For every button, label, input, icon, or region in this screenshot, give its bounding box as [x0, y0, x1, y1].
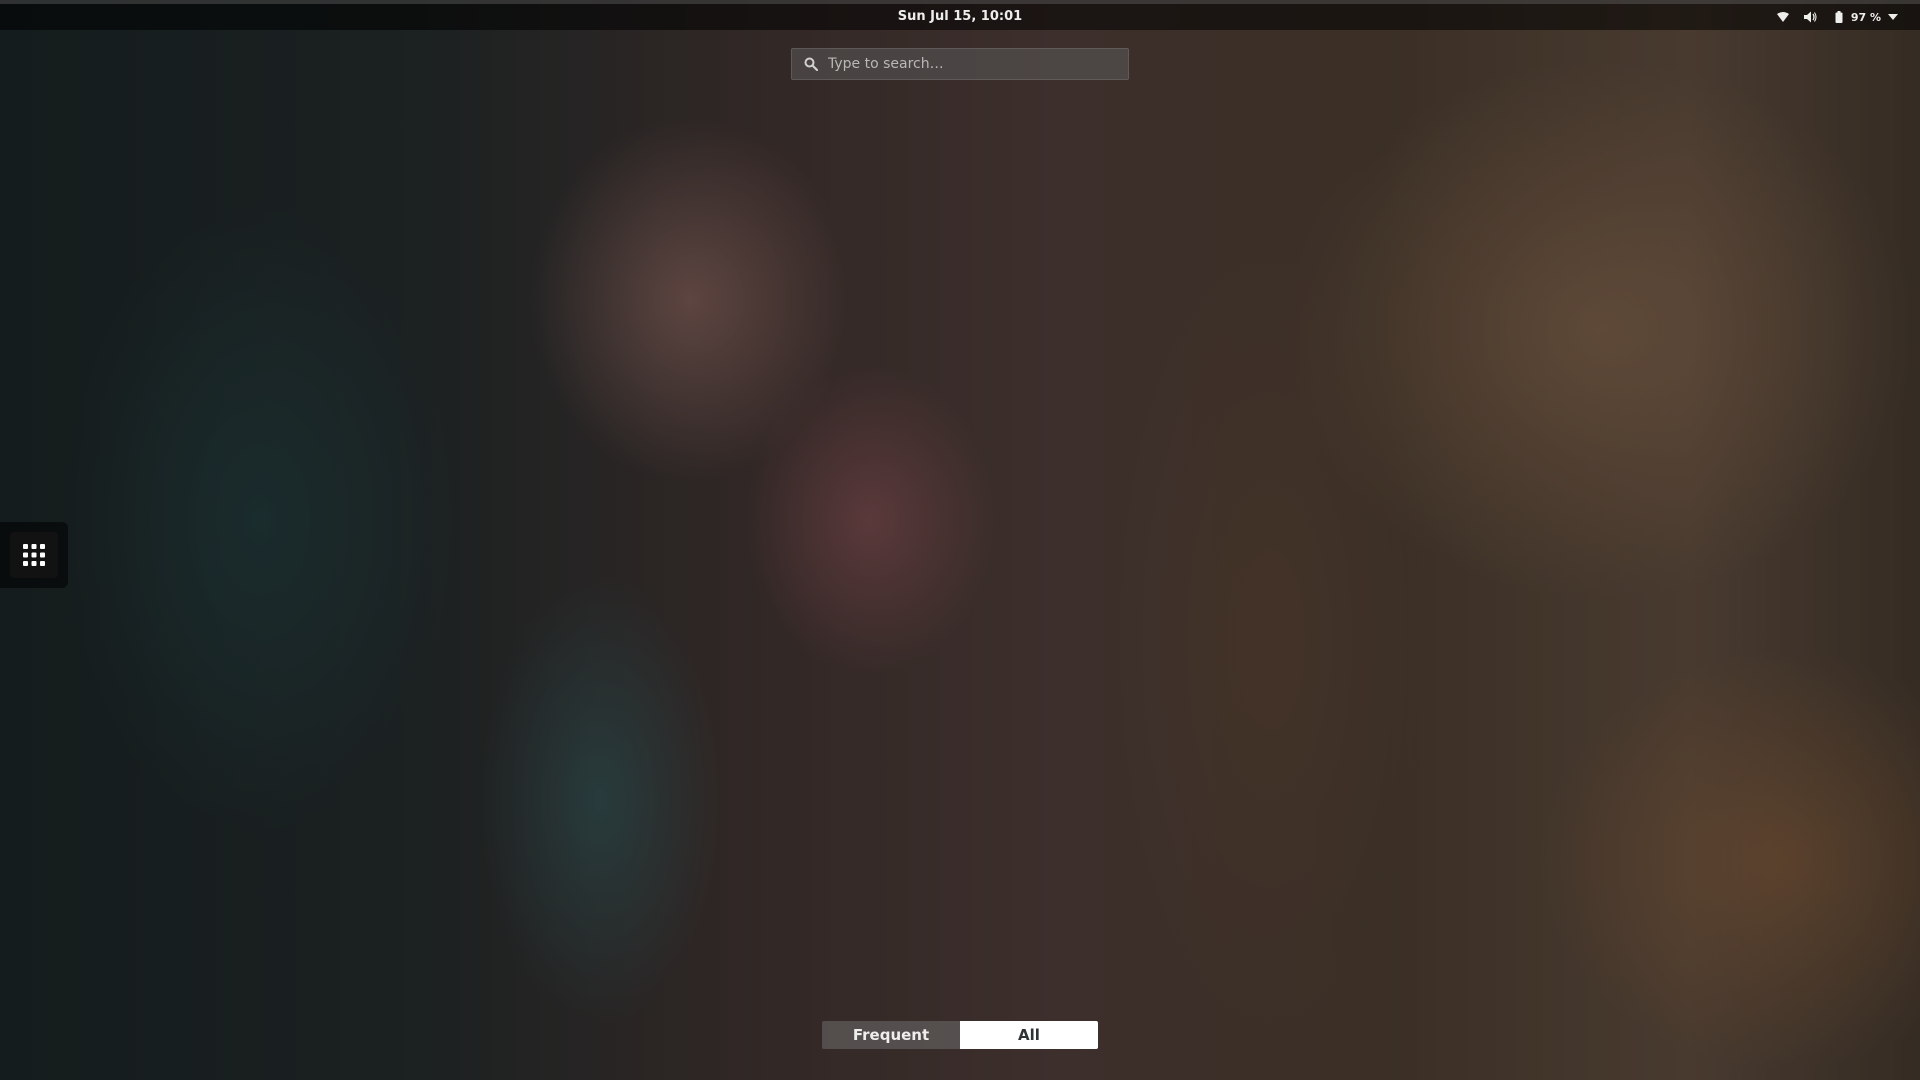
desktop-overview: Sun Jul 15, 10:01 97 % Type to search… F… — [0, 0, 1920, 1080]
dash — [0, 522, 68, 588]
dropdown-arrow-icon[interactable] — [1886, 10, 1900, 24]
search-input[interactable] — [828, 56, 1108, 72]
clock[interactable]: Sun Jul 15, 10:01 — [0, 4, 1920, 30]
tab-frequent[interactable]: Frequent — [822, 1021, 960, 1049]
tab-all[interactable]: All — [960, 1021, 1098, 1049]
view-selector: Frequent All — [822, 1021, 1098, 1049]
system-status-area[interactable]: 97 % — [1776, 4, 1900, 30]
show-applications-button[interactable] — [10, 532, 58, 578]
wallpaper — [0, 0, 1920, 1080]
battery-percent: 97 % — [1850, 10, 1881, 24]
top-bar: Sun Jul 15, 10:01 97 % — [0, 0, 1920, 30]
search-icon — [804, 57, 818, 71]
search-box[interactable] — [791, 48, 1129, 80]
battery-icon — [1832, 10, 1846, 24]
battery-indicator[interactable]: 97 % — [1832, 10, 1900, 24]
grid-icon — [23, 544, 45, 566]
wifi-icon[interactable] — [1776, 10, 1790, 24]
volume-icon[interactable] — [1804, 10, 1818, 24]
